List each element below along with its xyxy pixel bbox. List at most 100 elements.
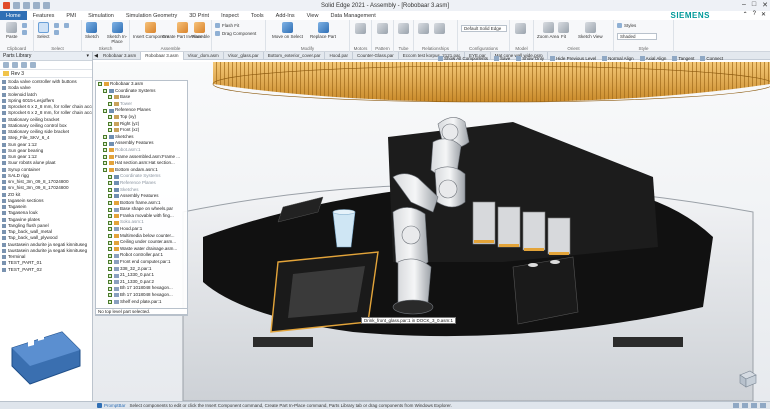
motors-button[interactable] [355, 23, 366, 35]
back-icon[interactable] [3, 62, 9, 68]
save-button[interactable]: Save [494, 56, 510, 61]
minimize-ribbon-icon[interactable]: ⌃ [743, 11, 748, 18]
style-select[interactable]: Shaded [617, 33, 657, 40]
visibility-checkbox[interactable] [108, 286, 112, 291]
visibility-checkbox[interactable] [103, 148, 107, 153]
pan-icon[interactable] [742, 403, 748, 408]
tree-node[interactable]: Sketches [96, 187, 187, 194]
tab-home[interactable]: Home [0, 11, 27, 20]
tree-node[interactable]: Multimedia below counter... [96, 233, 187, 240]
tree-node[interactable]: Shelf end plate.par:1 [96, 299, 187, 306]
tree-node[interactable]: 21_1330_0.par:2 [96, 279, 187, 286]
tree-node[interactable]: Front end computer.par:1 [96, 259, 187, 266]
doc-tab-active[interactable]: Robobaar 3.asm [141, 51, 184, 60]
zoom-icon[interactable] [733, 403, 739, 408]
doc-close-icon[interactable]: ✕ [761, 11, 766, 18]
view-options-icon[interactable] [21, 62, 27, 68]
doc-tab[interactable]: Visor_dom.asm [184, 51, 224, 60]
maximize-icon[interactable]: □ [752, 1, 756, 9]
paste-button[interactable]: Paste [6, 22, 18, 39]
tab-tools[interactable]: Tools [245, 11, 270, 20]
normal-align-button[interactable]: Normal Align [602, 56, 634, 61]
pathfinder-tree[interactable]: Robobaar 3.asm Coordinate Systems Base Towe… [95, 80, 188, 316]
tree-node[interactable]: Top (xy) [96, 114, 187, 121]
pattern-button[interactable] [377, 23, 388, 35]
tree-node[interactable]: Bottom ondam.asm:1 [96, 167, 187, 174]
move-on-select-button[interactable]: Move on Select [272, 22, 303, 39]
up-folder-icon[interactable] [12, 62, 18, 68]
tree-node[interactable]: Soko.asm:1 [96, 219, 187, 226]
tab-data-management[interactable]: Data Management [324, 11, 381, 20]
parts-library-folder[interactable]: Rev 3 [0, 70, 92, 78]
prompt-bar-toggle[interactable]: PromptBar [93, 403, 130, 408]
tree-node[interactable]: Assembly Features [96, 140, 187, 147]
visibility-checkbox[interactable] [103, 161, 107, 166]
visibility-checkbox[interactable] [108, 207, 112, 212]
axial-align-button[interactable]: Axial Align [639, 56, 666, 61]
tree-node[interactable]: Frame assembled.asm:Frame ... [96, 154, 187, 161]
select-tools-button[interactable] [54, 30, 59, 35]
tree-node[interactable]: 21_1330_0.par:1 [96, 272, 187, 279]
doc-tab[interactable]: Robobaar 3.asm [99, 51, 142, 60]
visibility-checkbox[interactable] [108, 260, 112, 265]
visibility-checkbox[interactable] [98, 82, 102, 87]
sketch-button[interactable]: Sketch [85, 22, 99, 39]
tab-add-ins[interactable]: Add-Ins [270, 11, 301, 20]
visibility-checkbox[interactable] [103, 154, 107, 159]
visibility-checkbox[interactable] [103, 168, 107, 173]
hide-previous-level-button[interactable]: Hide Previous Level [550, 56, 596, 61]
drag-component-button[interactable]: Drag Component [215, 31, 256, 36]
model-button[interactable] [515, 23, 526, 35]
tree-node[interactable]: Coordinate Systems [96, 88, 187, 95]
tree-node[interactable]: Bh 17 1018048 hexagon... [96, 292, 187, 299]
tree-node[interactable]: Robobaar 3.asm [96, 81, 187, 88]
select-button[interactable]: Select [37, 22, 50, 39]
connect-button[interactable]: Connect [700, 56, 723, 61]
tree-node[interactable]: 338_32_2.par:1 [96, 266, 187, 273]
visibility-checkbox[interactable] [108, 200, 112, 205]
visibility-checkbox[interactable] [108, 299, 112, 304]
rotate-icon[interactable] [751, 403, 757, 408]
visibility-checkbox[interactable] [108, 273, 112, 278]
visibility-checkbox[interactable] [108, 280, 112, 285]
tree-node[interactable]: Sketches [96, 134, 187, 141]
visibility-checkbox[interactable] [108, 102, 112, 107]
tree-node[interactable]: Base shape on wheels.par [96, 206, 187, 213]
tree-node[interactable]: Robot controller.par:1 [96, 252, 187, 259]
replace-part-button[interactable]: Replace Part [310, 22, 336, 39]
cut-button[interactable] [22, 23, 27, 28]
show-all-components-button[interactable]: Show All Components [438, 56, 488, 61]
visibility-checkbox[interactable] [108, 194, 112, 199]
show-only-button[interactable]: Show Only [516, 56, 544, 61]
tree-node[interactable]: Hood.par:1 [96, 226, 187, 233]
flash-fit-button[interactable]: Flash Fit [215, 23, 239, 28]
tree-node[interactable]: Right (yz) [96, 121, 187, 128]
fit-button[interactable]: Fit [558, 22, 569, 39]
tree-node[interactable]: Bottom frame.asm:1 [96, 200, 187, 207]
tab-features[interactable]: Features [27, 11, 61, 20]
tree-node[interactable]: Assembly Features [96, 193, 187, 200]
tree-node[interactable]: Ceiling under counter.asm... [96, 239, 187, 246]
close-icon[interactable]: ✕ [762, 1, 768, 9]
tree-node[interactable]: Base [96, 94, 187, 101]
tube-button[interactable] [398, 23, 409, 35]
tree-node[interactable]: Bh 17 1018048 hexagon... [96, 285, 187, 292]
list-item[interactable]: TEST_PART_02 [0, 267, 92, 273]
visibility-checkbox[interactable] [108, 187, 112, 192]
doc-tab[interactable]: Counter-Glass.par [353, 51, 399, 60]
configuration-select[interactable]: Default Solid Edge [461, 25, 507, 32]
visibility-checkbox[interactable] [108, 95, 112, 100]
fit-view-icon[interactable] [760, 403, 766, 408]
tree-node[interactable]: Tower [96, 101, 187, 108]
assemble-button[interactable]: Assemble [190, 22, 210, 39]
tab-view[interactable]: View [301, 11, 325, 20]
tab-simulation-geometry[interactable]: Simulation Geometry [120, 11, 183, 20]
sketch-view-button[interactable]: Sketch View [578, 22, 603, 39]
visibility-checkbox[interactable] [108, 128, 112, 133]
visibility-checkbox[interactable] [108, 240, 112, 245]
relationships-button[interactable] [418, 23, 429, 35]
tree-node[interactable]: Waste water drainage.asm... [96, 246, 187, 253]
zoom-area-button[interactable]: Zoom Area [537, 22, 559, 39]
visibility-checkbox[interactable] [108, 220, 112, 225]
visibility-checkbox[interactable] [103, 108, 107, 113]
